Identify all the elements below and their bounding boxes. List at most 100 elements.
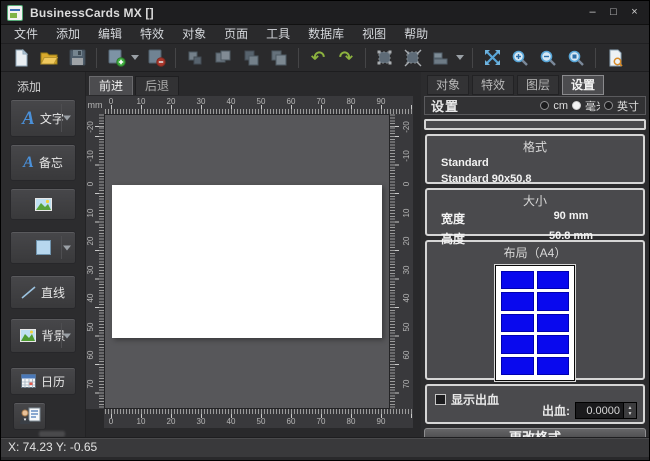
- tab-back[interactable]: 后退: [135, 76, 179, 95]
- cut-icon[interactable]: [183, 47, 207, 69]
- new-document-icon[interactable]: [9, 47, 33, 69]
- sidebar-button-text[interactable]: A 文字: [10, 99, 76, 137]
- minimize-button[interactable]: –: [584, 5, 601, 20]
- format-name: Standard: [427, 155, 643, 171]
- cursor-coordinates: X: 74.23 Y: -0.65: [8, 440, 97, 454]
- spin-down-icon[interactable]: ▼: [628, 411, 633, 417]
- radio-mm[interactable]: [572, 101, 581, 110]
- menu-item-help[interactable]: 帮助: [395, 25, 437, 44]
- ruler-left: -20-10010203040506070: [86, 114, 104, 409]
- width-label: 宽度: [427, 210, 499, 227]
- copy-icon[interactable]: [211, 47, 235, 69]
- menu-item-edit[interactable]: 编辑: [89, 25, 131, 44]
- contact-card-icon: [19, 407, 41, 425]
- toolbar-separator: [96, 48, 97, 68]
- sidebar-button-shape[interactable]: [10, 231, 76, 264]
- menu-item-page[interactable]: 页面: [215, 25, 257, 44]
- menu-item-view[interactable]: 视图: [353, 25, 395, 44]
- layout-cell: [501, 335, 534, 353]
- print-preview-icon[interactable]: [603, 47, 627, 69]
- sidebar-button-calendar[interactable]: 日历: [10, 367, 76, 395]
- ungroup-icon[interactable]: [401, 47, 425, 69]
- add-page-icon[interactable]: [104, 47, 128, 69]
- ruler-number: 60: [281, 417, 301, 427]
- menu-item-object[interactable]: 对象: [173, 25, 215, 44]
- sidebar-button-background[interactable]: 背景: [10, 318, 76, 353]
- size-section: 大小 宽度 90 mm 高度 50.8 mm: [425, 188, 645, 236]
- business-card-canvas[interactable]: [112, 185, 382, 338]
- sidebar-button-line[interactable]: 直线: [10, 275, 76, 309]
- menu-item-database[interactable]: 数据库: [299, 25, 353, 44]
- tab-settings[interactable]: 设置: [562, 75, 604, 95]
- layout-cell: [501, 314, 534, 332]
- duplicate-icon[interactable]: [267, 47, 291, 69]
- settings-header: 设置 cm 毫米 英寸: [424, 96, 646, 115]
- ruler-number: 70: [311, 417, 331, 427]
- maximize-button[interactable]: □: [605, 5, 622, 20]
- ruler-bottom: 0102030405060708090: [104, 409, 413, 428]
- align-dropdown-caret[interactable]: [456, 55, 464, 60]
- layout-cell: [537, 292, 570, 310]
- ruler-number: 10: [86, 203, 96, 223]
- layout-cell: [537, 357, 570, 375]
- text-dropdown-caret[interactable]: [63, 116, 71, 121]
- menu-item-add[interactable]: 添加: [47, 25, 89, 44]
- tab-layers[interactable]: 图层: [517, 75, 559, 95]
- group-icon[interactable]: [373, 47, 397, 69]
- bleed-spinner-arrows[interactable]: ▲ ▼: [623, 403, 636, 418]
- zoom-selection-icon[interactable]: [564, 47, 588, 69]
- zoom-out-icon[interactable]: [536, 47, 560, 69]
- unit-selector: cm 毫米 英寸: [540, 98, 639, 114]
- layout-cell: [501, 271, 534, 289]
- tab-object[interactable]: 对象: [427, 75, 469, 95]
- menu-item-effects[interactable]: 特效: [131, 25, 173, 44]
- ruler-top: 0102030405060708090: [104, 96, 413, 114]
- sidebar-button-memo[interactable]: A 备忘: [10, 144, 76, 181]
- fit-to-window-icon[interactable]: [480, 47, 504, 69]
- tab-front[interactable]: 前进: [89, 76, 133, 95]
- layout-grid: [501, 271, 569, 375]
- add-page-dropdown-caret[interactable]: [131, 55, 139, 60]
- remove-page-icon[interactable]: [144, 47, 168, 69]
- undo-icon[interactable]: ↶: [306, 47, 330, 69]
- ruler-number: 0: [86, 174, 96, 194]
- open-folder-icon[interactable]: [37, 47, 61, 69]
- ruler-number: 10: [131, 97, 151, 107]
- tab-effects[interactable]: 特效: [472, 75, 514, 95]
- width-value: 90 mm: [499, 210, 643, 227]
- add-panel: 添加 A 文字 A 备忘 直线: [1, 72, 86, 437]
- align-icon[interactable]: [429, 47, 453, 69]
- menu-item-file[interactable]: 文件: [5, 25, 47, 44]
- layout-cell: [537, 335, 570, 353]
- card-side-tabs: 前进 后退: [89, 76, 181, 95]
- format-section: 格式 Standard Standard 90x50,8: [425, 134, 645, 184]
- toolbar: ↶ ↷: [1, 44, 649, 72]
- ruler-number: 10: [131, 417, 151, 427]
- ruler-number: -10: [402, 146, 412, 166]
- show-bleed-checkbox[interactable]: [435, 394, 446, 405]
- toolbar-separator: [365, 48, 366, 68]
- ruler-number: -20: [402, 117, 412, 137]
- bleed-spinbox[interactable]: 0.0000 ▲ ▼: [575, 402, 637, 419]
- text-icon: A: [22, 109, 35, 128]
- design-workspace[interactable]: [104, 114, 390, 409]
- paste-icon[interactable]: [239, 47, 263, 69]
- sidebar-button-picture[interactable]: [10, 188, 76, 220]
- ruler-number: 70: [311, 97, 331, 107]
- ruler-number: 30: [191, 417, 211, 427]
- shape-dropdown-caret[interactable]: [63, 245, 71, 250]
- redo-icon[interactable]: ↷: [334, 47, 358, 69]
- zoom-in-icon[interactable]: [508, 47, 532, 69]
- menu-item-tools[interactable]: 工具: [257, 25, 299, 44]
- background-dropdown-caret[interactable]: [63, 333, 71, 338]
- radio-inch-label: 英寸: [617, 98, 639, 114]
- radio-cm[interactable]: [540, 101, 549, 110]
- save-icon[interactable]: [65, 47, 89, 69]
- bleed-value: 0.0000: [576, 405, 623, 417]
- size-section-title: 大小: [427, 190, 643, 209]
- radio-inch[interactable]: [604, 101, 613, 110]
- ruler-number: 20: [402, 231, 412, 251]
- sidebar-button-contact[interactable]: [13, 402, 46, 430]
- ruler-number: 30: [86, 260, 96, 280]
- close-button[interactable]: ×: [626, 5, 643, 20]
